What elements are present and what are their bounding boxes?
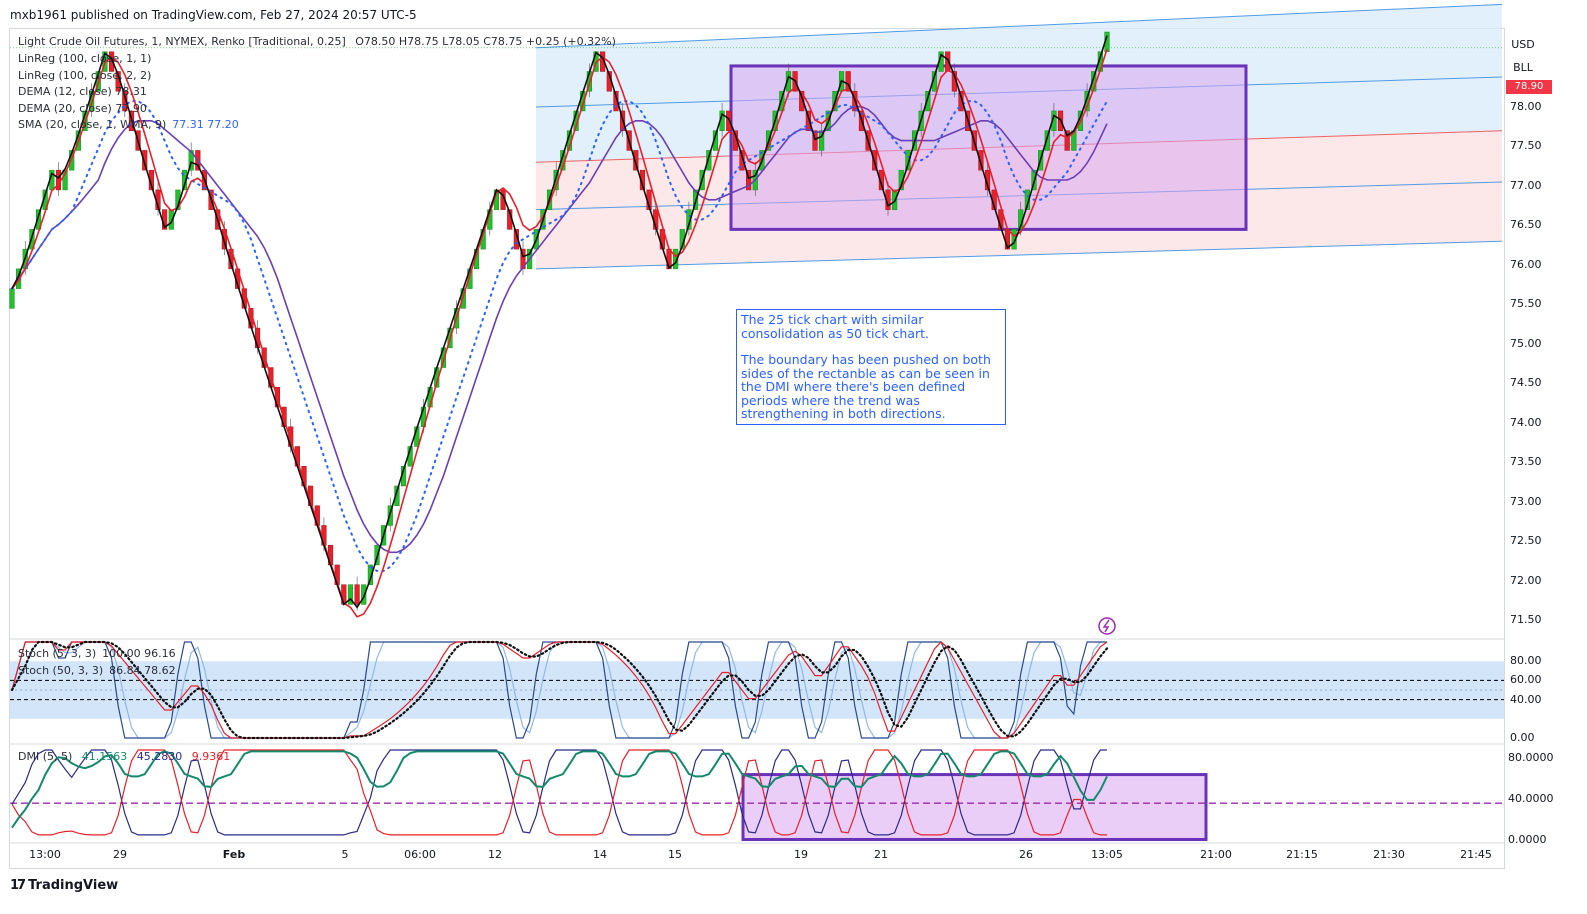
renko-chart[interactable] — [0, 0, 1587, 914]
dmi-adx-value: 9.9361 — [191, 750, 231, 763]
x-tick-label: 13:00 — [29, 848, 61, 861]
y-tick-label: 72.50 — [1510, 534, 1542, 548]
stoch-y-tick-label: 80.00 — [1510, 654, 1542, 668]
y-tick-label: 78.00 — [1510, 100, 1542, 113]
stoch-legend-1[interactable]: Stoch (50, 3, 3) 86.84 78.62 — [18, 664, 176, 677]
dmi-y-tick-label: 80.0000 — [1508, 751, 1554, 765]
x-tick-label: 12 — [488, 848, 502, 861]
stoch-legend-value: 100.00 96.16 — [102, 647, 176, 660]
x-tick-label: 29 — [113, 848, 127, 861]
symbol-ohlc: O78.50 H78.75 L78.05 C78.75 +0.25 (+0.32… — [355, 35, 616, 48]
indicator-legend-3[interactable]: DEMA (20, close) 77.90 — [18, 102, 147, 115]
y-tick-label: 76.00 — [1510, 257, 1542, 271]
renko-brick — [9, 288, 15, 309]
last-price-flag: 78.90 — [1506, 80, 1552, 94]
y-tick-label: 75.00 — [1510, 336, 1542, 350]
x-tick-label: 21 — [874, 848, 888, 861]
dmi-legend[interactable]: DMI (5, 5) 41.1563 45.2830 9.9361 — [18, 750, 230, 763]
y-tick-label: 77.00 — [1510, 178, 1542, 192]
indicator-legend-0[interactable]: LinReg (100, close, 1, 1) — [18, 52, 151, 65]
unit-button[interactable]: BLL — [1508, 59, 1538, 77]
indicator-legend-label: LinReg (100, close, 2, 2) — [18, 68, 152, 82]
x-tick-label: 21:45 — [1460, 848, 1492, 861]
consolidation-rectangle — [729, 64, 1248, 231]
renko-brick — [354, 584, 360, 605]
currency-button[interactable]: USD — [1508, 36, 1538, 54]
y-tick-label: 72.00 — [1510, 573, 1542, 587]
alert-lightning-icon — [1098, 617, 1116, 635]
dmi-rectangle — [741, 773, 1208, 841]
dmi-minus-value: 45.2830 — [136, 750, 183, 763]
stoch-y-tick-label: 40.00 — [1510, 692, 1542, 706]
dmi-y-tick-label: 40.0000 — [1508, 792, 1554, 806]
stoch-y-tick-label: 60.00 — [1510, 673, 1542, 687]
symbol-name: Light Crude Oil Futures, 1, NYMEX, Renko… — [18, 35, 346, 48]
alert-lightning-icon — [1102, 619, 1110, 633]
indicator-legend-label: LinReg (100, close, 1, 1) — [18, 52, 152, 65]
x-tick-label: Feb — [222, 848, 246, 861]
y-tick-label: 71.50 — [1510, 613, 1542, 627]
indicator-legend-1[interactable]: LinReg (100, close, 2, 2) — [18, 69, 151, 82]
tradingview-logo-icon: 17 — [10, 878, 26, 893]
stoch-y-tick-label: 0.00 — [1510, 731, 1535, 744]
indicator-legend-value: 77.31 77.20 — [172, 118, 239, 131]
indicator-legend-label: DEMA (12, close) 78.31 — [18, 85, 147, 98]
y-tick-label: 73.50 — [1510, 455, 1542, 469]
footer-brand[interactable]: 17 TradingView — [10, 878, 118, 893]
y-tick-label: 76.50 — [1510, 218, 1542, 232]
x-tick-label: 21:15 — [1286, 848, 1318, 861]
indicator-legend-2[interactable]: DEMA (12, close) 78.31 — [18, 85, 147, 98]
stoch-legend-label: Stoch (5, 3, 3) — [18, 647, 97, 660]
x-tick-label: 15 — [668, 848, 682, 861]
x-tick-label: 5 — [341, 848, 349, 861]
indicator-legend-label: SMA (20, close, 1, WMA, 9) — [18, 118, 167, 131]
y-tick-label: 74.00 — [1510, 415, 1542, 429]
y-tick-label: 73.00 — [1510, 494, 1542, 508]
stoch-legend-0[interactable]: Stoch (5, 3, 3) 100.00 96.16 — [18, 647, 176, 660]
dmi-y-tick-label: 0.0000 — [1508, 833, 1547, 846]
x-tick-label: 06:00 — [404, 848, 436, 861]
x-tick-label: 21:30 — [1373, 848, 1405, 861]
y-tick-label: 77.50 — [1510, 139, 1542, 153]
footer-brand-label: TradingView — [28, 878, 119, 893]
note-paragraph-2: The boundary has been pushed on both sid… — [741, 352, 991, 421]
y-tick-label: 74.50 — [1510, 376, 1542, 390]
x-tick-label: 13:05 — [1091, 848, 1123, 861]
note-paragraph-1: The 25 tick chart with similar consolida… — [741, 312, 930, 341]
x-tick-label: 19 — [794, 848, 808, 861]
x-tick-label: 21:00 — [1200, 848, 1232, 861]
x-tick-label: 14 — [593, 848, 607, 861]
y-tick-label: 75.50 — [1510, 297, 1542, 311]
indicator-legend-4[interactable]: SMA (20, close, 1, WMA, 9) 77.31 77.20 — [18, 118, 239, 131]
dmi-plus-value: 41.1563 — [81, 750, 128, 763]
indicator-legend-label: DEMA (20, close) 77.90 — [18, 101, 147, 115]
x-tick-label: 26 — [1019, 848, 1033, 861]
stoch-legend-label: Stoch (50, 3, 3) — [18, 664, 104, 677]
annotation-note[interactable]: The 25 tick chart with similar consolida… — [736, 309, 1006, 425]
symbol-legend[interactable]: Light Crude Oil Futures, 1, NYMEX, Renko… — [18, 35, 616, 48]
stoch-legend-value: 86.84 78.62 — [109, 664, 176, 677]
dmi-label: DMI (5, 5) — [18, 750, 73, 763]
